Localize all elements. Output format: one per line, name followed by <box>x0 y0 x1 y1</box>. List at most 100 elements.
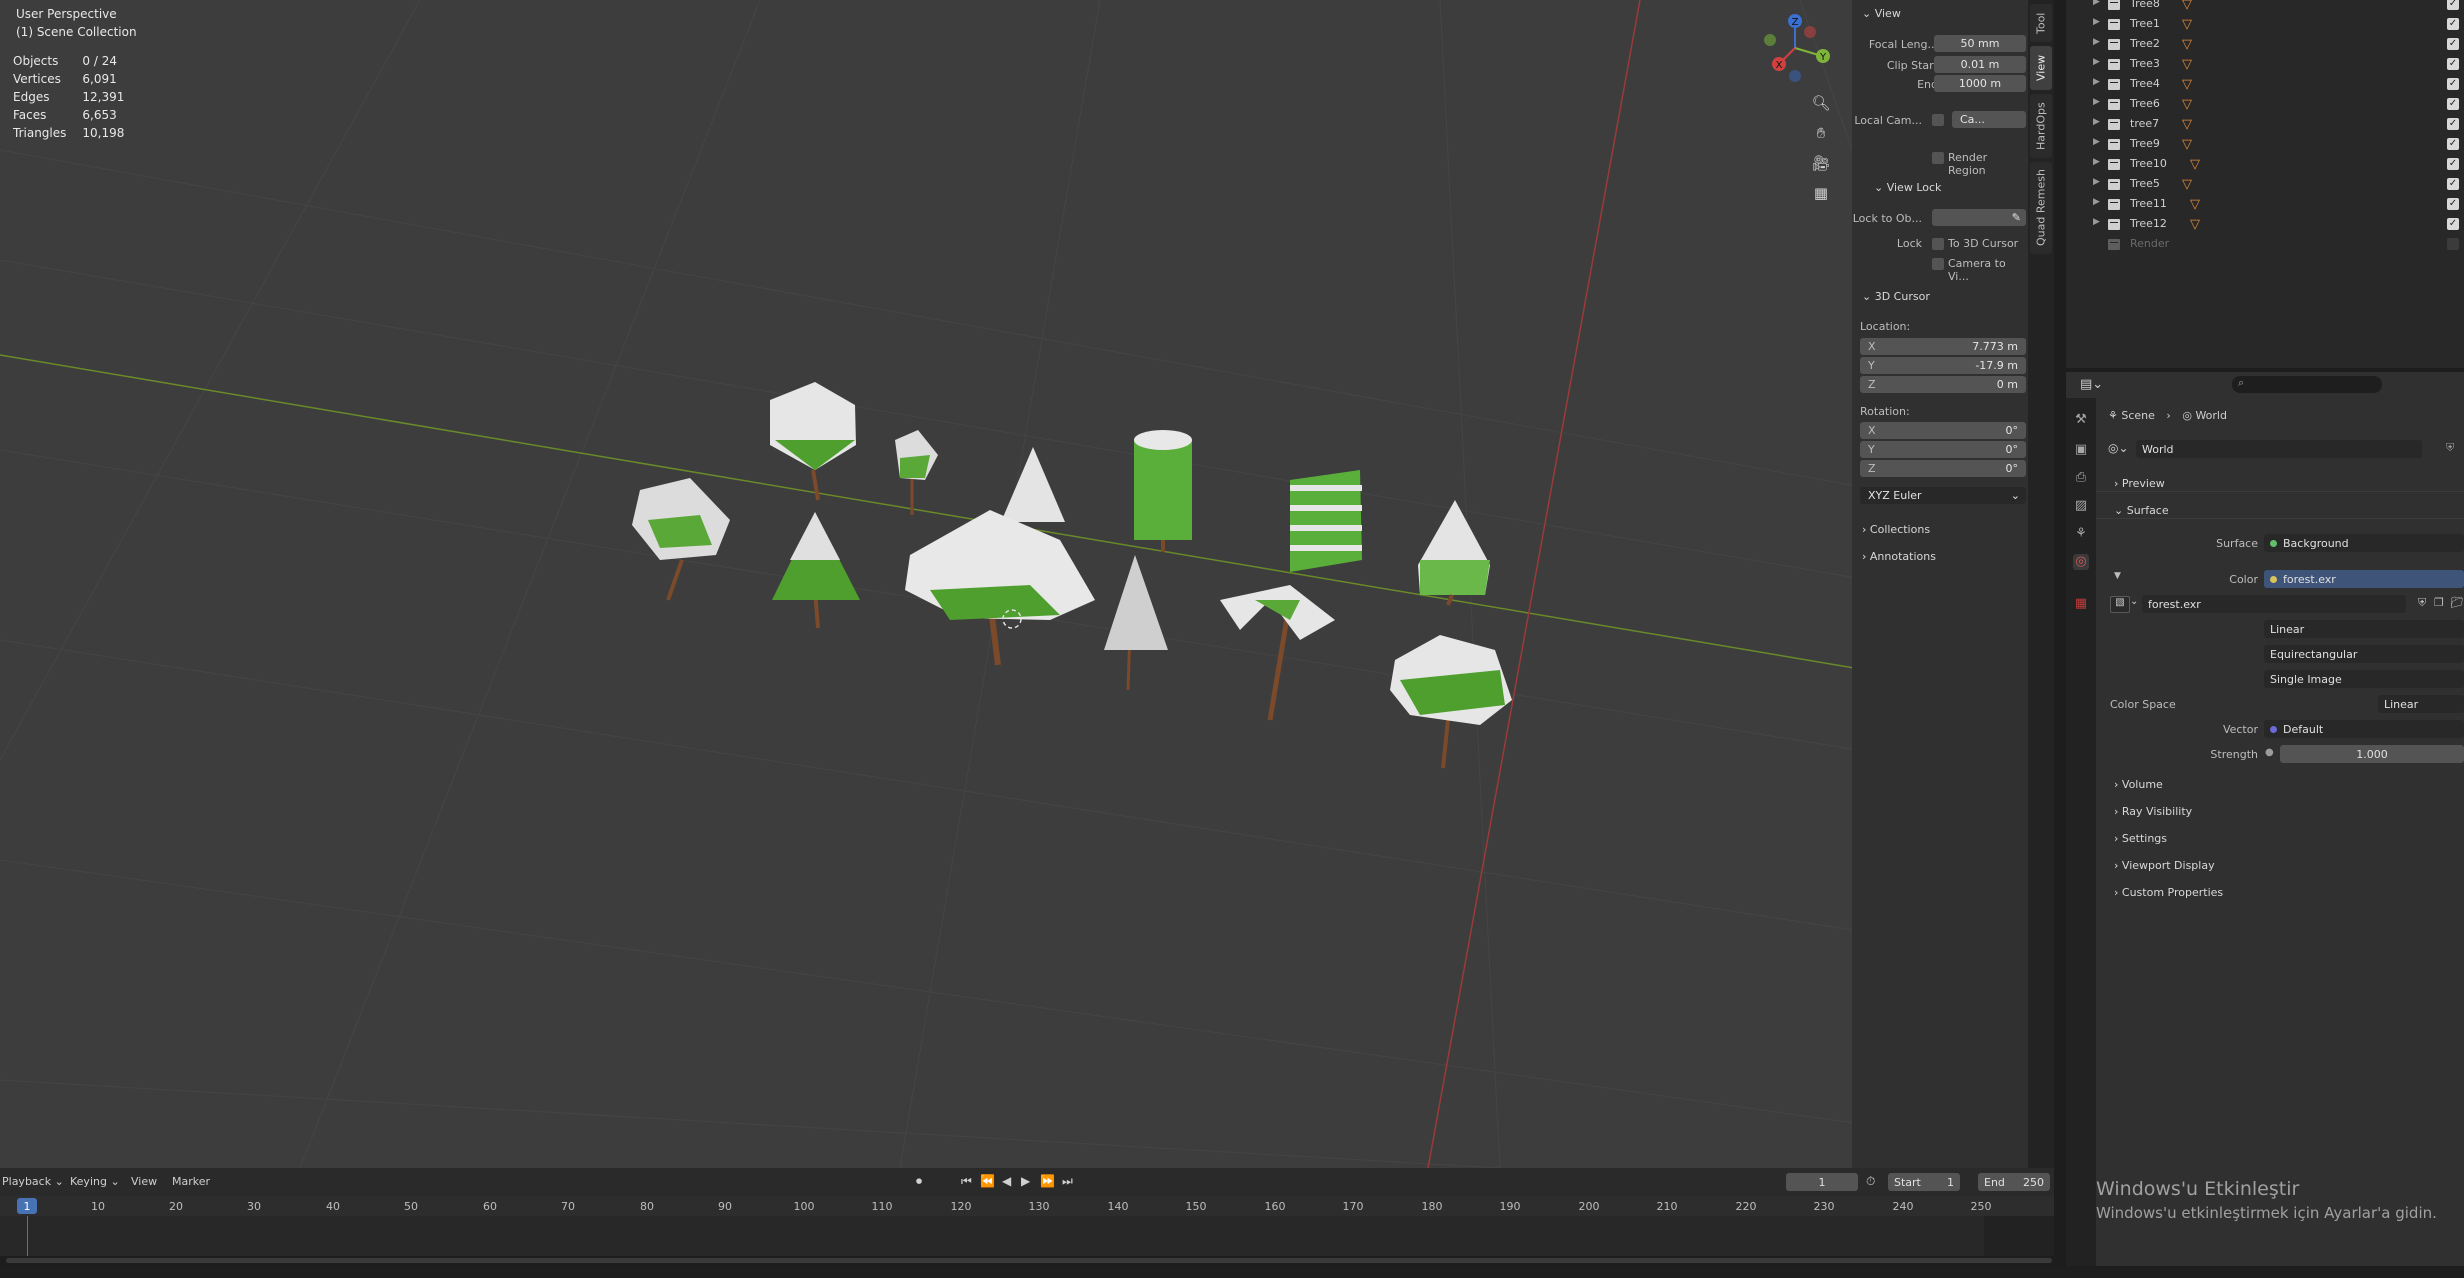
output-icon[interactable]: ⎙ <box>2073 470 2089 486</box>
frame-ruler[interactable]: 1 10 20 30 40 50 60 70 80 90 100 110 120… <box>0 1196 2054 1216</box>
record-icon[interactable]: ⏺ <box>916 1174 922 1189</box>
to-3d-cursor-checkbox[interactable] <box>1932 238 1944 250</box>
expand-arrow-icon[interactable]: ▶ <box>2093 37 2100 47</box>
view-layer-icon[interactable]: ▨ <box>2073 498 2089 514</box>
world-type-icon[interactable]: ◎⌄ <box>2108 441 2129 455</box>
expand-arrow-icon[interactable]: ▶ <box>2093 17 2100 27</box>
source-dropdown[interactable]: Single Image <box>2264 670 2464 688</box>
list-item[interactable]: ▶ Tree5 ▽ ✓ <box>2066 175 2464 195</box>
volume-panel-header[interactable]: › Volume <box>2114 778 2163 791</box>
timeline-area[interactable]: 1 10 20 30 40 50 60 70 80 90 100 110 120… <box>0 1196 2054 1263</box>
list-item[interactable]: ▶ tree7 ▽ ✓ <box>2066 115 2464 135</box>
zoom-icon[interactable]: 🔍︎ <box>1806 88 1836 118</box>
tab-view[interactable]: View <box>2030 46 2052 90</box>
expand-arrow-icon[interactable]: ▶ <box>2093 177 2100 187</box>
vector-input-field[interactable]: Default <box>2264 720 2464 738</box>
list-item[interactable]: ▶ Tree9 ▽ ✓ <box>2066 135 2464 155</box>
folder-icon[interactable]: 📁︎ <box>2450 596 2464 609</box>
list-item[interactable]: ▶ Tree11 ▽ ✓ <box>2066 195 2464 215</box>
clip-start-field[interactable]: 0.01 m <box>1934 56 2026 73</box>
list-item[interactable]: ▶ Tree6 ▽ ✓ <box>2066 95 2464 115</box>
camera-to-view-checkbox[interactable] <box>1932 258 1944 270</box>
list-item[interactable]: Render <box>2066 235 2464 255</box>
play-icon[interactable]: ▶ <box>1021 1174 1030 1188</box>
include-checkbox[interactable]: ✓ <box>2447 58 2459 70</box>
include-checkbox[interactable]: ✓ <box>2447 78 2459 90</box>
list-item[interactable]: ▶ Tree4 ▽ ✓ <box>2066 75 2464 95</box>
projection-dropdown[interactable]: Equirectangular <box>2264 645 2464 663</box>
search-input[interactable]: ⌕ <box>2232 376 2382 393</box>
interpolation-dropdown[interactable]: Linear <box>2264 620 2464 638</box>
rotation-mode-dropdown[interactable]: XYZ Euler ⌄ <box>1860 487 2026 504</box>
image-browse-icon[interactable]: ▧ <box>2110 596 2130 613</box>
3d-viewport[interactable]: User Perspective (1) Scene Collection Ob… <box>0 0 2044 1168</box>
cursor-location-y[interactable]: Y -17.9 m <box>1860 357 2026 374</box>
local-camera-field[interactable]: Ca... <box>1952 111 2026 128</box>
settings-panel-header[interactable]: › Settings <box>2114 832 2167 845</box>
local-camera-checkbox[interactable] <box>1932 114 1944 126</box>
expand-arrow-icon[interactable]: ▶ <box>2093 77 2100 87</box>
surface-panel-header[interactable]: ⌄ Surface <box>2114 504 2169 517</box>
tab-hardops[interactable]: HardOps <box>2030 94 2052 158</box>
editor-type-icon[interactable]: ▤⌄ <box>2080 377 2103 392</box>
lock-to-object-field[interactable]: ✎ <box>1932 209 2026 226</box>
include-checkbox[interactable]: ✓ <box>2447 158 2459 170</box>
list-item[interactable]: ▶ Tree12 ▽ ✓ <box>2066 215 2464 235</box>
expand-arrow-icon[interactable]: ▶ <box>2093 197 2100 207</box>
next-keyframe-icon[interactable]: ⏩ <box>1040 1174 1055 1188</box>
list-item[interactable]: ▶ Tree10 ▽ ✓ <box>2066 155 2464 175</box>
cursor-rotation-z[interactable]: Z 0° <box>1860 460 2026 477</box>
expand-arrow-icon[interactable]: ▶ <box>2093 217 2100 227</box>
color-input-field[interactable]: forest.exr <box>2264 570 2464 588</box>
fake-user-shield-icon[interactable]: ⛨ <box>2446 441 2454 455</box>
include-checkbox[interactable]: ✓ <box>2447 198 2459 210</box>
tab-tool[interactable]: Tool <box>2030 4 2052 42</box>
focal-length-field[interactable]: 50 mm <box>1934 35 2026 52</box>
world-icon[interactable]: ◎ <box>2073 554 2089 570</box>
viewport-display-panel-header[interactable]: › Viewport Display <box>2114 859 2215 872</box>
fake-user-shield-icon[interactable]: ⛨ <box>2418 596 2426 610</box>
expand-arrow-icon[interactable]: ▶ <box>2093 0 2100 7</box>
expand-arrow-icon[interactable]: ▶ <box>2093 157 2100 167</box>
keying-menu[interactable]: Keying ⌄ <box>70 1175 120 1188</box>
end-frame-field[interactable]: End 250 <box>1978 1173 2050 1191</box>
surface-shader-field[interactable]: Background <box>2264 534 2464 552</box>
navigation-gizmo[interactable]: Z Y X <box>1750 8 1840 88</box>
include-checkbox[interactable]: ✓ <box>2447 178 2459 190</box>
render-icon[interactable]: ▣ <box>2073 442 2089 458</box>
eyedropper-icon[interactable]: ✎ <box>2012 211 2021 224</box>
list-item[interactable]: ▶ Tree1 ▽ ✓ <box>2066 15 2464 35</box>
expand-arrow-icon[interactable]: ▶ <box>2093 117 2100 127</box>
pan-hand-icon[interactable]: ✋︎ <box>1806 118 1836 148</box>
include-checkbox[interactable]: ✓ <box>2447 38 2459 50</box>
clip-end-field[interactable]: 1000 m <box>1934 75 2026 92</box>
view-section-header[interactable]: ⌄ View <box>1862 7 1901 20</box>
annotations-header[interactable]: › Annotations <box>1862 550 1936 563</box>
include-checkbox[interactable]: ✓ <box>2447 138 2459 150</box>
chevron-down-icon[interactable]: ⌄ <box>2130 596 2138 607</box>
ray-visibility-panel-header[interactable]: › Ray Visibility <box>2114 805 2192 818</box>
prev-keyframe-icon[interactable]: ⏪ <box>980 1174 995 1188</box>
collections-header[interactable]: › Collections <box>1862 523 1930 536</box>
cursor-rotation-x[interactable]: X 0° <box>1860 422 2026 439</box>
tool-icon[interactable]: ⚒ <box>2073 412 2089 428</box>
tab-quad-remesh[interactable]: Quad Remesh <box>2030 162 2052 254</box>
duplicate-icon[interactable]: ❐ <box>2434 596 2444 609</box>
view-lock-header[interactable]: ⌄ View Lock <box>1874 181 1941 194</box>
custom-properties-panel-header[interactable]: › Custom Properties <box>2114 886 2223 899</box>
cursor-location-z[interactable]: Z 0 m <box>1860 376 2026 393</box>
expand-arrow-icon[interactable]: ▶ <box>2093 57 2100 67</box>
render-region-checkbox[interactable] <box>1932 152 1944 164</box>
list-item[interactable]: ▶ Tree2 ▽ ✓ <box>2066 35 2464 55</box>
preview-panel-header[interactable]: › Preview <box>2114 477 2165 490</box>
include-checkbox[interactable]: ✓ <box>2447 118 2459 130</box>
scene-icon[interactable]: ⚘ <box>2073 526 2089 542</box>
include-checkbox[interactable]: ✓ <box>2447 218 2459 230</box>
include-checkbox[interactable]: ✓ <box>2447 98 2459 110</box>
image-name-field[interactable]: forest.exr <box>2142 595 2406 613</box>
stopwatch-icon[interactable]: ⏱ <box>1866 1174 1875 1189</box>
3d-cursor-header[interactable]: ⌄ 3D Cursor <box>1862 290 1930 303</box>
expand-arrow-icon[interactable]: ▶ <box>2093 137 2100 147</box>
include-checkbox[interactable]: ✓ <box>2447 0 2459 10</box>
marker-menu[interactable]: Marker <box>172 1175 210 1188</box>
